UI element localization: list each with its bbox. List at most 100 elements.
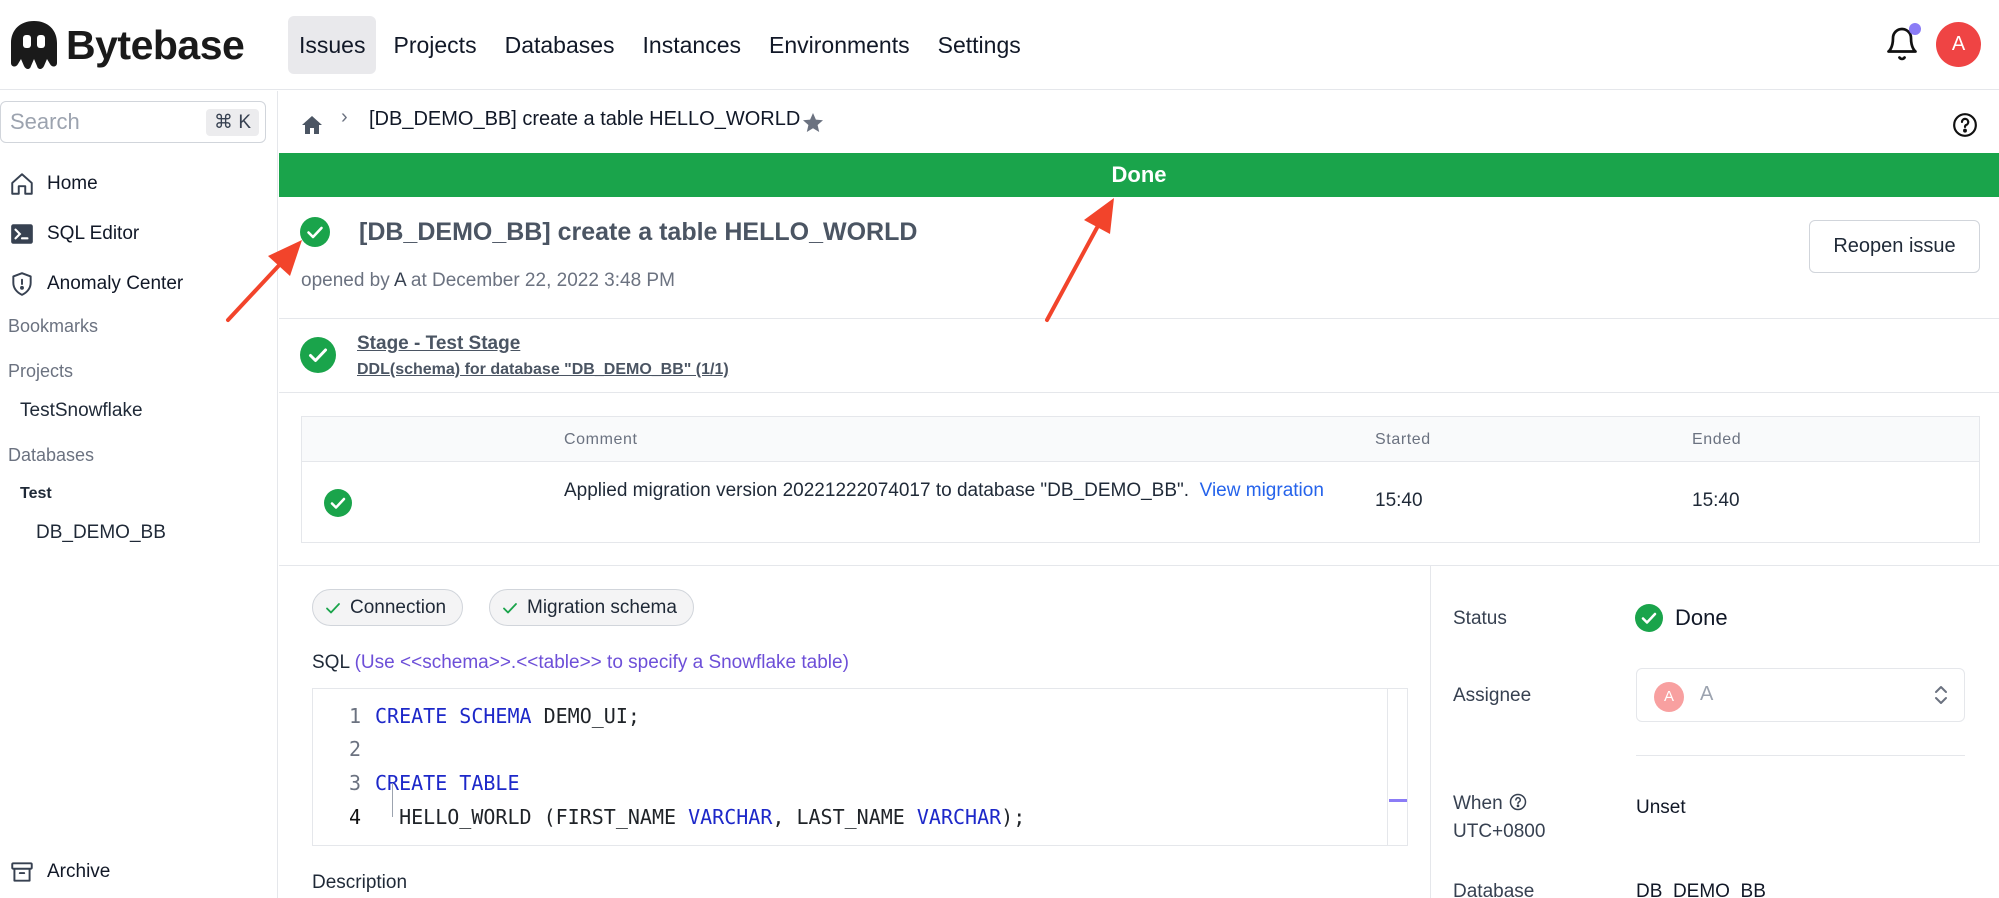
table-row-ended: 15:40 (1692, 490, 1740, 511)
sql-section-label: SQL (Use <<schema>>.<<table>> to specify… (312, 652, 849, 674)
issue-title[interactable]: [DB_DEMO_BB] create a table HELLO_WORLD (359, 218, 917, 247)
divider (1636, 755, 1965, 756)
column-header-ended: Ended (1692, 431, 1742, 448)
main-nav: Issues Projects Databases Instances Envi… (288, 16, 1038, 74)
assignee-avatar: A (1654, 682, 1684, 712)
sidebar-item-anomaly-center[interactable]: Anomaly Center (9, 267, 183, 301)
stage-task-link[interactable]: DDL(schema) for database "DB_DEMO_BB" (1… (357, 361, 729, 379)
sidebar-item-home[interactable]: Home (9, 167, 98, 201)
assignee-label: Assignee (1453, 685, 1532, 706)
comment-text: Applied migration version 20221222074017… (564, 480, 1190, 501)
check-circle-icon (300, 217, 330, 247)
check-icon (503, 602, 517, 613)
sidebar-projects-heading: Projects (8, 361, 74, 381)
code-line: 2 (348, 737, 361, 761)
bytebase-logo-icon (11, 21, 57, 69)
sidebar-item-label: Archive (47, 861, 111, 882)
when-label: When (1453, 793, 1527, 815)
home-icon[interactable] (301, 115, 323, 135)
sql-label-text: SQL (312, 652, 350, 673)
sidebar-bookmarks-heading: Bookmarks (8, 316, 99, 336)
stage-link[interactable]: Stage - Test Stage (357, 333, 520, 355)
chevron-up-down-icon (1935, 686, 1947, 704)
divider (279, 318, 1999, 319)
assignee-select[interactable]: A A (1636, 668, 1965, 722)
column-header-comment: Comment (564, 431, 638, 448)
code-line: 1 CREATE SCHEMA DEMO_UI; (348, 704, 640, 728)
breadcrumb: › [DB_DEMO_BB] create a table HELLO_WORL… (279, 91, 1999, 153)
shield-icon (12, 272, 32, 296)
search-shortcut: ⌘ K (206, 109, 259, 136)
sidebar-databases-heading: Databases (8, 445, 95, 465)
search-placeholder: Search (10, 109, 80, 134)
brand-logo[interactable]: Bytebase (8, 18, 245, 72)
view-migration-link[interactable]: View migration (1194, 480, 1324, 501)
table-row-started: 15:40 (1375, 490, 1423, 511)
notification-dot (1909, 23, 1921, 35)
check-circle-icon (324, 489, 352, 517)
search-input[interactable]: Search ⌘ K (0, 101, 266, 143)
panel-divider (1430, 566, 1431, 898)
opened-prefix: opened by (301, 270, 390, 291)
check-chip-migration-schema[interactable]: Migration schema (489, 589, 694, 626)
home-icon (11, 173, 33, 195)
check-icon (326, 602, 340, 613)
table-header: Comment Started Ended (302, 417, 1979, 462)
issue-opened-info: opened by A at December 22, 2022 3:48 PM (301, 270, 675, 292)
nav-instances[interactable]: Instances (632, 16, 752, 74)
sidebar-item-sql-editor[interactable]: SQL Editor (9, 217, 139, 251)
nav-issues[interactable]: Issues (288, 16, 377, 74)
code-line: 4 HELLO_WORLD (FIRST_NAME VARCHAR, LAST_… (348, 805, 1026, 829)
divider (279, 565, 1999, 566)
editor-minimap-marker (1389, 799, 1407, 802)
star-icon[interactable] (801, 111, 825, 135)
column-header-started: Started (1375, 431, 1431, 448)
breadcrumb-separator: › (341, 106, 348, 128)
check-chip-connection[interactable]: Connection (312, 589, 464, 626)
database-value[interactable]: DB_DEMO_BB (1636, 881, 1766, 898)
opened-by-user[interactable]: A (394, 270, 406, 291)
check-circle-icon (300, 337, 336, 373)
code-line: 3 CREATE TABLE (348, 771, 520, 795)
top-navbar: Bytebase Issues Projects Databases Insta… (0, 0, 1999, 90)
database-label: Database (1453, 881, 1535, 898)
sidebar-database-db-demo-bb[interactable]: DB_DEMO_BB (36, 522, 166, 544)
sidebar-item-archive[interactable]: Archive (9, 855, 110, 889)
assignee-name: A (1700, 683, 1714, 705)
archive-icon (11, 862, 33, 882)
sql-editor[interactable]: 1 CREATE SCHEMA DEMO_UI; 2 3 CREATE TABLE … (312, 688, 1408, 846)
help-circle-icon[interactable] (1952, 112, 1978, 138)
task-run-table: Comment Started Ended Applied migration … (301, 416, 1980, 543)
status-label: Status (1453, 608, 1507, 629)
sql-hint-text: (Use <<schema>>.<<table>> to specify a S… (354, 652, 849, 673)
nav-projects[interactable]: Projects (382, 16, 487, 74)
sidebar-item-label: SQL Editor (47, 223, 140, 244)
breadcrumb-current: [DB_DEMO_BB] create a table HELLO_WORLD (369, 108, 801, 130)
sidebar: Search ⌘ K Home SQL Editor Anomaly Cente… (0, 91, 278, 898)
terminal-icon (11, 224, 33, 244)
status-banner: Done (279, 153, 1999, 197)
divider (279, 392, 1999, 393)
chip-label: Migration schema (527, 596, 677, 618)
reopen-issue-button[interactable]: Reopen issue (1809, 220, 1980, 273)
editor-scrollbar-track[interactable] (1387, 689, 1388, 845)
sidebar-item-label: Home (47, 173, 98, 194)
sidebar-project-testsnowflake[interactable]: TestSnowflake (20, 400, 143, 422)
sidebar-environment-test: Test (20, 485, 52, 502)
indent-guide (392, 783, 393, 817)
help-circle-icon[interactable] (1509, 793, 1527, 811)
annotation-arrow-icon (1045, 198, 1114, 322)
user-avatar[interactable]: A (1936, 22, 1981, 67)
opened-at: at December 22, 2022 3:48 PM (410, 270, 675, 291)
nav-settings[interactable]: Settings (927, 16, 1032, 74)
brand-name: Bytebase (66, 21, 245, 68)
timezone-label: UTC+0800 (1453, 821, 1546, 842)
when-value[interactable]: Unset (1636, 797, 1686, 819)
check-circle-icon (1635, 604, 1663, 632)
sidebar-item-label: Anomaly Center (47, 273, 184, 294)
table-row-comment: Applied migration version 20221222074017… (564, 476, 1324, 505)
chip-label: Connection (350, 596, 447, 618)
nav-environments[interactable]: Environments (758, 16, 921, 74)
nav-databases[interactable]: Databases (494, 16, 626, 74)
status-value: Done (1675, 605, 1728, 630)
